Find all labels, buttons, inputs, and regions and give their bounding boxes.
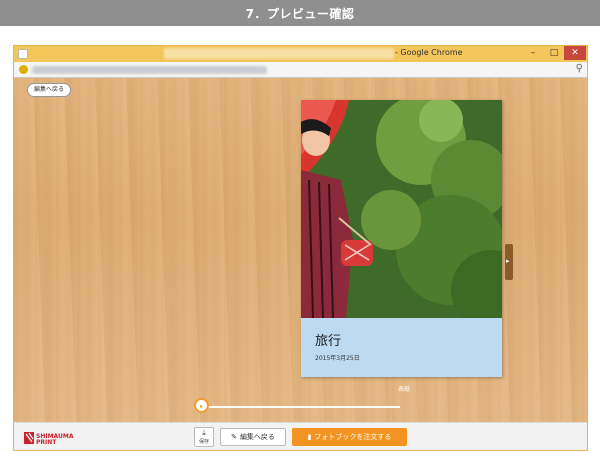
book-icon: ▮ xyxy=(307,433,312,441)
maximize-icon[interactable]: □ xyxy=(543,46,565,60)
order-label: フォトブックを注文する xyxy=(314,433,392,441)
cover-date: 2015年3月25日 xyxy=(315,355,360,362)
page-icon xyxy=(18,49,28,59)
window-title-suffix: - Google Chrome xyxy=(395,48,463,57)
cover-photo-image xyxy=(301,100,502,318)
cover-title: 旅行 xyxy=(315,334,342,349)
page-slider-handle[interactable]: ▸ xyxy=(194,398,209,413)
edit-back-label: 編集へ戻る xyxy=(239,433,275,441)
page-label: 表紙 xyxy=(398,386,411,393)
next-page-tab[interactable]: ▸ xyxy=(505,244,513,280)
preview-workspace: 編集へ戻る 旅行 2015年3月25日 ▸ 表紙 ▸ xyxy=(14,78,587,422)
blurred-url xyxy=(32,66,267,74)
svg-text:PRINT: PRINT xyxy=(36,439,57,446)
close-icon[interactable]: ✕ xyxy=(564,46,586,60)
shimauma-print-logo: SHIMAUMA PRINT xyxy=(24,430,84,446)
order-photobook-button[interactable]: ▮ フォトブックを注文する xyxy=(292,428,407,446)
address-bar[interactable]: ⚲ xyxy=(14,62,587,78)
site-info-icon[interactable] xyxy=(19,65,28,74)
minimize-icon[interactable]: – xyxy=(522,46,544,60)
save-label: 保存 xyxy=(198,439,209,445)
browser-title-bar: - Google Chrome – □ ✕ xyxy=(14,46,587,62)
action-footer: SHIMAUMA PRINT ⤓ 保存 ✎ 編集へ戻る ▮ フォトブックを注文す… xyxy=(14,422,587,450)
slider-grip-icon: ▸ xyxy=(200,403,204,410)
cover-text-panel[interactable]: 旅行 2015年3月25日 xyxy=(301,318,502,377)
pencil-icon: ✎ xyxy=(231,433,237,441)
download-icon: ⤓ xyxy=(202,428,206,437)
blurred-window-title xyxy=(164,48,394,59)
magnifier-icon[interactable]: ⚲ xyxy=(576,63,583,74)
page-heading: 7．プレビュー確認 xyxy=(0,0,600,26)
next-page-icon: ▸ xyxy=(506,257,510,265)
photobook-cover[interactable]: 旅行 2015年3月25日 xyxy=(301,100,502,377)
edit-back-button[interactable]: ✎ 編集へ戻る xyxy=(220,428,286,446)
back-to-edit-button[interactable]: 編集へ戻る xyxy=(27,83,72,97)
browser-window: - Google Chrome – □ ✕ ⚲ 編集へ戻る 旅行 2015年3月… xyxy=(13,45,588,451)
cover-photo xyxy=(301,100,502,318)
save-button[interactable]: ⤓ 保存 xyxy=(194,427,214,447)
page-slider-track[interactable] xyxy=(202,406,400,408)
